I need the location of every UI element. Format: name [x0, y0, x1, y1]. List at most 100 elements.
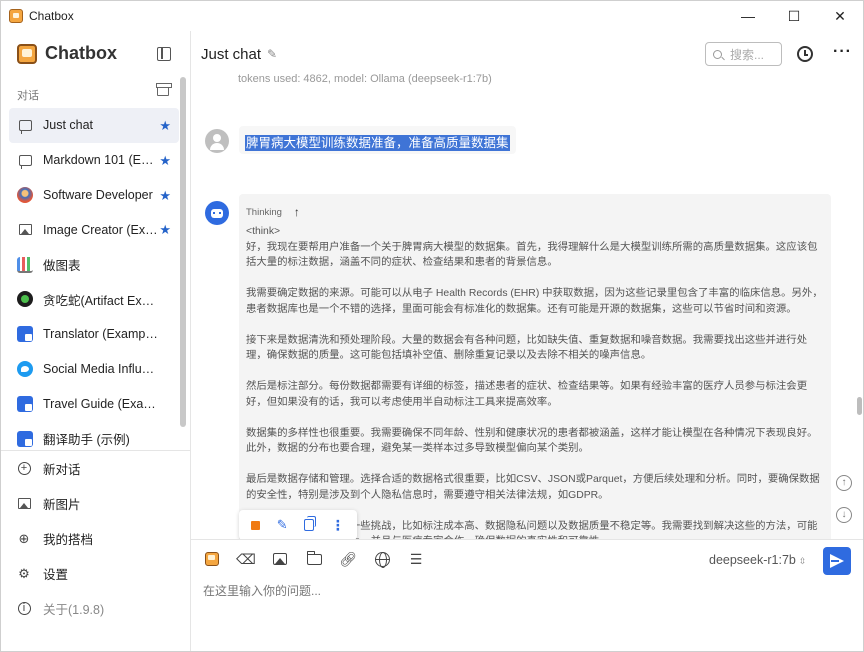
conversations-section-label: 对话: [17, 90, 39, 102]
thinking-content: <think> 好，我现在要帮用户准备一个关于脾胃病大模型的数据集。首先，我得理…: [246, 224, 824, 539]
sidebar-menu: + 新对话 新图片 ⊕ 我的搭档 ⚙ 设置 i 关于(1.9.8): [17, 451, 177, 626]
maximize-button[interactable]: ☐: [771, 1, 817, 31]
search-icon: [713, 49, 722, 59]
conversation-label: 做图表: [43, 259, 81, 274]
sidebar-scrollbar[interactable]: [180, 77, 186, 427]
gear-icon: ⚙: [18, 565, 30, 581]
new-image-button[interactable]: 新图片: [17, 486, 177, 521]
conversation-label: Markdown 101 (Example): [43, 153, 159, 168]
thinking-paragraph: 数据集的多样性也很重要。我需要确保不同年龄、性别和健康状况的患者都被涵盖，这样才…: [246, 427, 818, 455]
edit-title-icon[interactable]: ✎: [267, 47, 277, 61]
sidebar: Chatbox 对话 Just chat ★ Markdown 101 (Exa…: [1, 31, 191, 651]
eraser-icon[interactable]: ⌫: [236, 550, 256, 568]
message-input[interactable]: [203, 582, 843, 642]
conversation-label: Social Media Influencer (Example): [43, 361, 159, 376]
my-copilots-button[interactable]: ⊕ 我的搭档: [17, 521, 177, 556]
search-placeholder: 搜索...: [730, 47, 765, 62]
menu-label: 新对话: [43, 463, 81, 477]
brand: Chatbox: [17, 43, 117, 64]
snake-avatar-icon: [17, 291, 33, 308]
conversation-label: Travel Guide (Example): [43, 396, 159, 411]
thinking-paragraph: 接下来是数据清洗和预处理阶段。大量的数据会有各种问题，比如缺失值、重复数据和噪音…: [246, 334, 808, 362]
minimize-button[interactable]: —: [725, 1, 771, 31]
menu-label: 我的搭档: [43, 533, 94, 547]
sliders-icon[interactable]: ☰: [407, 550, 425, 568]
about-button[interactable]: i 关于(1.9.8): [17, 591, 177, 626]
conversation-item[interactable]: 贪吃蛇(Artifact Example): [9, 282, 179, 317]
search-button[interactable]: 搜索...: [705, 42, 782, 66]
conversation-item[interactable]: Translator (Example): [9, 317, 179, 352]
star-icon[interactable]: ★: [159, 153, 171, 169]
user-message: 脾胃病大模型训练数据准备，准备高质量数据集: [239, 126, 516, 154]
model-name: deepseek-r1:7b: [709, 553, 796, 567]
robot-icon: ⊕: [18, 530, 30, 546]
brand-name: Chatbox: [45, 43, 117, 63]
star-icon[interactable]: ★: [159, 188, 171, 204]
conversation-item[interactable]: Just chat ★: [9, 108, 179, 143]
scroll-up-icon[interactable]: ↑: [836, 475, 852, 491]
chat-bubble-icon: [17, 117, 33, 134]
developer-avatar-icon: [17, 186, 33, 203]
send-icon: [830, 554, 844, 568]
conversation-item[interactable]: Travel Guide (Example): [9, 386, 179, 421]
assistant-avatar: [205, 201, 229, 225]
stop-generating-icon[interactable]: [251, 520, 261, 530]
history-icon[interactable]: [797, 46, 813, 62]
conversation-label: Image Creator (Example): [43, 222, 159, 237]
translator-avatar-icon: [17, 395, 33, 412]
copy-icon[interactable]: [304, 516, 317, 531]
settings-button[interactable]: ⚙ 设置: [17, 556, 177, 591]
menu-label: 新图片: [43, 498, 81, 512]
new-chat-button[interactable]: + 新对话: [17, 451, 177, 486]
window-controls: — ☐ ✕: [725, 1, 863, 31]
more-options-icon[interactable]: ···: [833, 43, 852, 61]
model-selector[interactable]: deepseek-r1:7b ⇳: [709, 553, 806, 567]
add-image-icon: [17, 497, 31, 511]
copilot-logo-icon[interactable]: [203, 550, 221, 568]
translator-avatar-icon: [17, 326, 33, 343]
link-icon[interactable]: 🔗︎: [339, 550, 357, 568]
collapse-sidebar-icon[interactable]: [157, 47, 171, 61]
thinking-label: Thinking: [246, 206, 282, 218]
scroll-down-icon[interactable]: ↓: [836, 507, 852, 523]
user-avatar: [205, 129, 229, 153]
chart-avatar-icon: [17, 256, 33, 273]
conversation-item[interactable]: Image Creator (Example) ★: [9, 212, 179, 247]
thinking-toggle[interactable]: Thinking ↑: [246, 204, 824, 220]
star-icon[interactable]: ★: [159, 222, 171, 238]
send-button[interactable]: [823, 547, 851, 575]
title-bar: Chatbox — ☐ ✕: [1, 1, 863, 31]
attach-image-icon[interactable]: [271, 550, 289, 568]
close-button[interactable]: ✕: [817, 1, 863, 31]
twitter-avatar-icon: [17, 360, 33, 377]
folder-icon[interactable]: [305, 550, 323, 568]
edit-message-icon[interactable]: ✎: [277, 517, 288, 533]
messages-scrollbar[interactable]: [857, 397, 862, 415]
conversation-label: 贪吃蛇(Artifact Example): [43, 293, 159, 308]
app-window: Chatbox — ☐ ✕ Chatbox 对话 Just chat ★ Mar…: [0, 0, 864, 652]
input-area: ⌫ 🔗︎ ☰ deepseek-r1:7b ⇳: [191, 539, 863, 651]
info-icon: i: [17, 602, 31, 616]
conversation-list: Just chat ★ Markdown 101 (Example) ★ Sof…: [9, 108, 179, 456]
window-title: Chatbox: [29, 9, 74, 23]
menu-label: 关于(1.9.8): [43, 603, 105, 617]
translator-avatar-icon: [17, 430, 33, 447]
arrow-up-icon: ↑: [293, 205, 300, 219]
chatbox-logo-icon: [17, 43, 37, 64]
conversation-item[interactable]: Software Developer ★: [9, 178, 179, 213]
globe-icon[interactable]: [373, 550, 391, 568]
conversation-label: Translator (Example): [43, 327, 159, 342]
image-icon: [17, 222, 33, 238]
chevron-updown-icon: ⇳: [798, 556, 807, 566]
archive-icon[interactable]: [156, 83, 172, 96]
chatbox-app-icon: [9, 9, 23, 23]
menu-label: 设置: [43, 568, 69, 582]
star-icon[interactable]: ★: [159, 118, 171, 134]
conversation-item[interactable]: 做图表: [9, 247, 179, 282]
thinking-paragraph: 然后是标注部分。每份数据都需要有详细的标签，描述患者的症状、检查结果等。如果有经…: [246, 381, 808, 408]
chat-bubble-icon: [17, 152, 33, 169]
more-vertical-icon[interactable]: ⋮: [331, 517, 345, 534]
conversation-item[interactable]: Social Media Influencer (Example): [9, 352, 179, 387]
conversation-item[interactable]: Markdown 101 (Example) ★: [9, 143, 179, 178]
thinking-paragraph: 最后是数据存储和管理。选择合适的数据格式很重要，比如CSV、JSON或Parqu…: [246, 474, 820, 501]
